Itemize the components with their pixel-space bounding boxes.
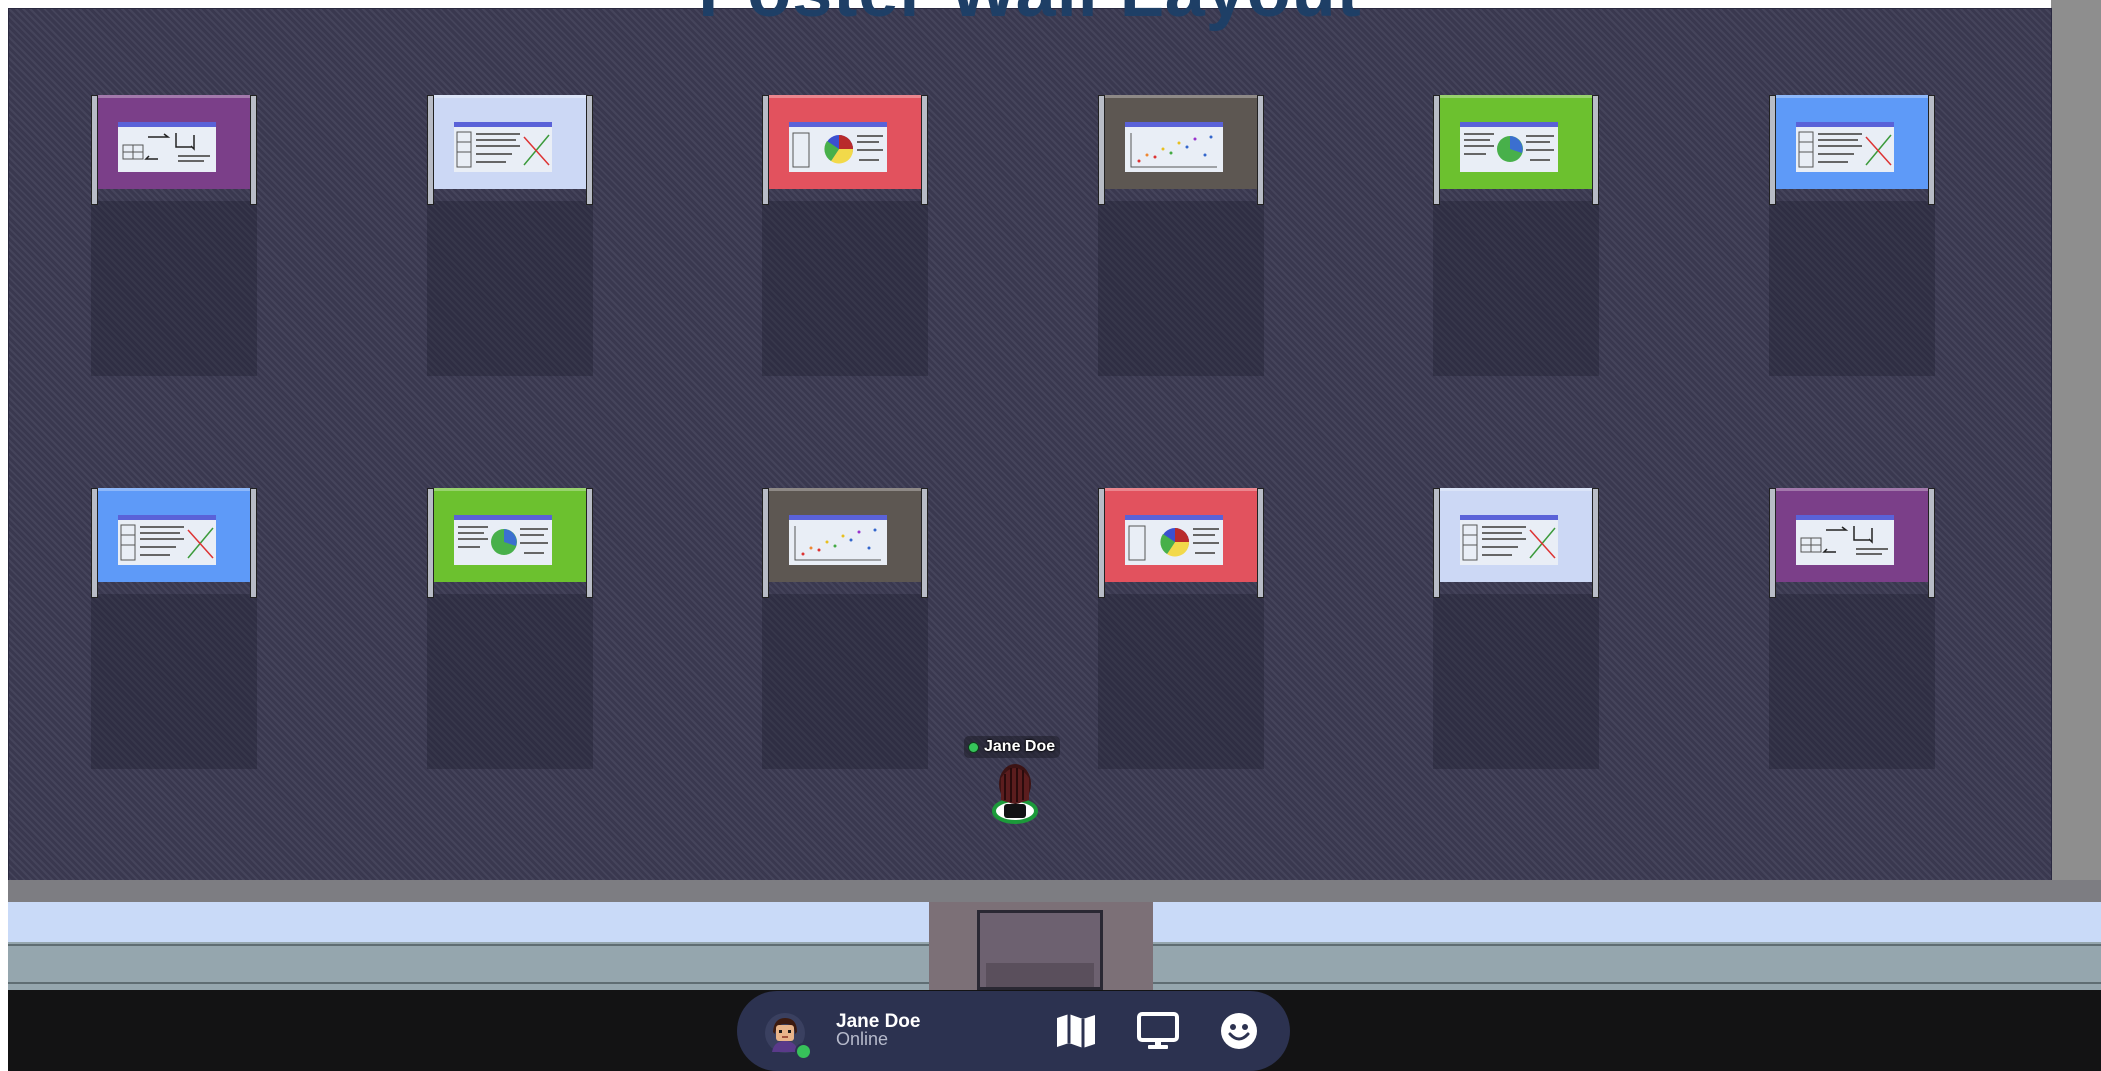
poster-interaction-zone[interactable]	[762, 594, 928, 769]
emote-button[interactable]	[1215, 1007, 1263, 1055]
poster-interaction-zone[interactable]	[1433, 594, 1599, 769]
poster-board[interactable]	[762, 95, 928, 205]
map-icon	[1057, 1014, 1095, 1048]
poster-post	[1098, 95, 1105, 205]
poster-post	[1769, 95, 1776, 205]
poster-post	[921, 488, 928, 598]
poster-post	[91, 95, 98, 205]
poster-post	[250, 95, 257, 205]
poster-post	[1592, 95, 1599, 205]
monitor-icon	[1137, 1012, 1179, 1049]
poster-post	[1592, 488, 1599, 598]
poster-board[interactable]	[1098, 95, 1264, 205]
poster-board[interactable]	[91, 488, 257, 598]
poster-post	[762, 95, 769, 205]
poster-post	[427, 488, 434, 598]
game-viewport: Poster Wall Layout Jane Doe Jane Doe	[0, 0, 2101, 1071]
poster-post	[1257, 488, 1264, 598]
poster-post	[91, 488, 98, 598]
poster-board[interactable]	[427, 95, 593, 205]
poster-post	[586, 488, 593, 598]
poster-post	[1928, 488, 1935, 598]
poster-thumbnail[interactable]	[1460, 515, 1558, 565]
poster-post	[1098, 488, 1105, 598]
poster-board[interactable]	[427, 488, 593, 598]
poster-interaction-zone[interactable]	[1433, 201, 1599, 376]
poster-post	[1433, 95, 1440, 205]
wall-panel-right	[1153, 902, 2101, 990]
poster-thumbnail[interactable]	[454, 122, 552, 172]
poster-thumbnail[interactable]	[454, 515, 552, 565]
poster-interaction-zone[interactable]	[91, 594, 257, 769]
poster-interaction-zone[interactable]	[427, 594, 593, 769]
poster-board[interactable]	[1098, 488, 1264, 598]
poster-thumbnail[interactable]	[118, 515, 216, 565]
user-status: Online	[836, 1029, 889, 1049]
poster-thumbnail[interactable]	[789, 122, 887, 172]
poster-thumbnail[interactable]	[1125, 515, 1223, 565]
poster-thumbnail[interactable]	[118, 122, 216, 172]
wall-panel-left	[8, 902, 929, 990]
poster-interaction-zone[interactable]	[762, 201, 928, 376]
poster-interaction-zone[interactable]	[1769, 594, 1935, 769]
poster-thumbnail[interactable]	[789, 515, 887, 565]
floor-edge	[8, 880, 2101, 902]
poster-thumbnail[interactable]	[1125, 122, 1223, 172]
poster-thumbnail[interactable]	[1796, 122, 1894, 172]
poster-board[interactable]	[762, 488, 928, 598]
poster-interaction-zone[interactable]	[1769, 201, 1935, 376]
poster-interaction-zone[interactable]	[1098, 594, 1264, 769]
poster-board[interactable]	[1433, 488, 1599, 598]
dock-bar: Jane Doe Online	[737, 991, 1290, 1071]
poster-post	[250, 488, 257, 598]
poster-board[interactable]	[1769, 95, 1935, 205]
poster-interaction-zone[interactable]	[91, 201, 257, 376]
exit-door[interactable]	[977, 910, 1103, 990]
poster-post	[762, 488, 769, 598]
smiley-icon	[1221, 1013, 1257, 1049]
poster-post	[1257, 95, 1264, 205]
poster-post	[1769, 488, 1776, 598]
poster-post	[1928, 95, 1935, 205]
player-name-tag: Jane Doe	[964, 736, 1061, 758]
player-avatar[interactable]	[985, 760, 1045, 826]
poster-thumbnail[interactable]	[1796, 515, 1894, 565]
poster-interaction-zone[interactable]	[427, 201, 593, 376]
poster-post	[427, 95, 434, 205]
poster-interaction-zone[interactable]	[1098, 201, 1264, 376]
online-status-dot	[968, 741, 979, 753]
user-online-indicator	[795, 1043, 812, 1060]
room-title: Poster Wall Layout	[9, 0, 2051, 33]
poster-board[interactable]	[1433, 95, 1599, 205]
poster-post	[586, 95, 593, 205]
poster-board[interactable]	[1769, 488, 1935, 598]
right-wall	[2051, 0, 2101, 990]
map-button[interactable]	[1052, 1007, 1100, 1055]
poster-thumbnail[interactable]	[1460, 122, 1558, 172]
screen-share-button[interactable]	[1134, 1007, 1182, 1055]
poster-post	[1433, 488, 1440, 598]
player-name: Jane Doe	[984, 738, 1056, 755]
poster-board[interactable]	[91, 95, 257, 205]
poster-post	[921, 95, 928, 205]
